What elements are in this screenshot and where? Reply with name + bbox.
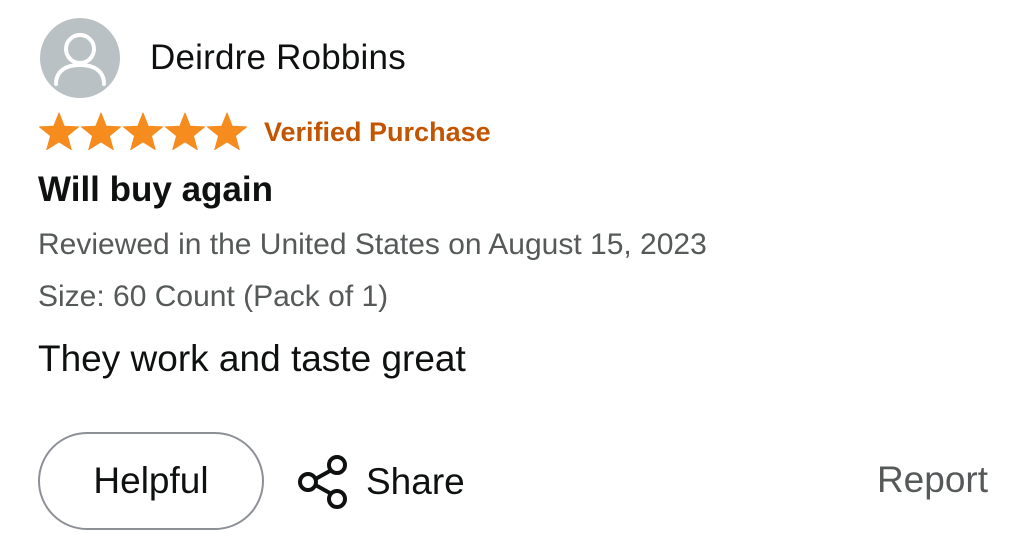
user-avatar-icon: [54, 33, 106, 86]
review-card: Deirdre Robbins Verified Purchase Will b…: [0, 0, 1024, 556]
star-rating[interactable]: [38, 112, 248, 152]
report-link[interactable]: Report: [877, 459, 988, 501]
reviewer-profile[interactable]: Deirdre Robbins: [40, 18, 406, 98]
star-icon: [207, 112, 247, 151]
star-icon: [81, 112, 121, 151]
reviewer-name[interactable]: Deirdre Robbins: [150, 38, 406, 78]
product-size: Size: 60 Count (Pack of 1): [38, 280, 389, 313]
review-title: Will buy again: [38, 170, 273, 209]
star-icon: [39, 112, 79, 151]
review-body: They work and taste great: [38, 338, 466, 379]
review-date: Reviewed in the United States on August …: [38, 228, 707, 261]
share-icon: [298, 455, 347, 509]
share-label: Share: [366, 461, 465, 502]
star-icon: [165, 112, 205, 151]
helpful-button[interactable]: Helpful: [38, 432, 264, 530]
avatar: [40, 18, 120, 98]
star-icon: [123, 112, 163, 151]
rating-row: Verified Purchase: [38, 110, 491, 154]
share-button[interactable]: Share: [296, 450, 465, 514]
verified-purchase-badge: Verified Purchase: [264, 116, 491, 147]
